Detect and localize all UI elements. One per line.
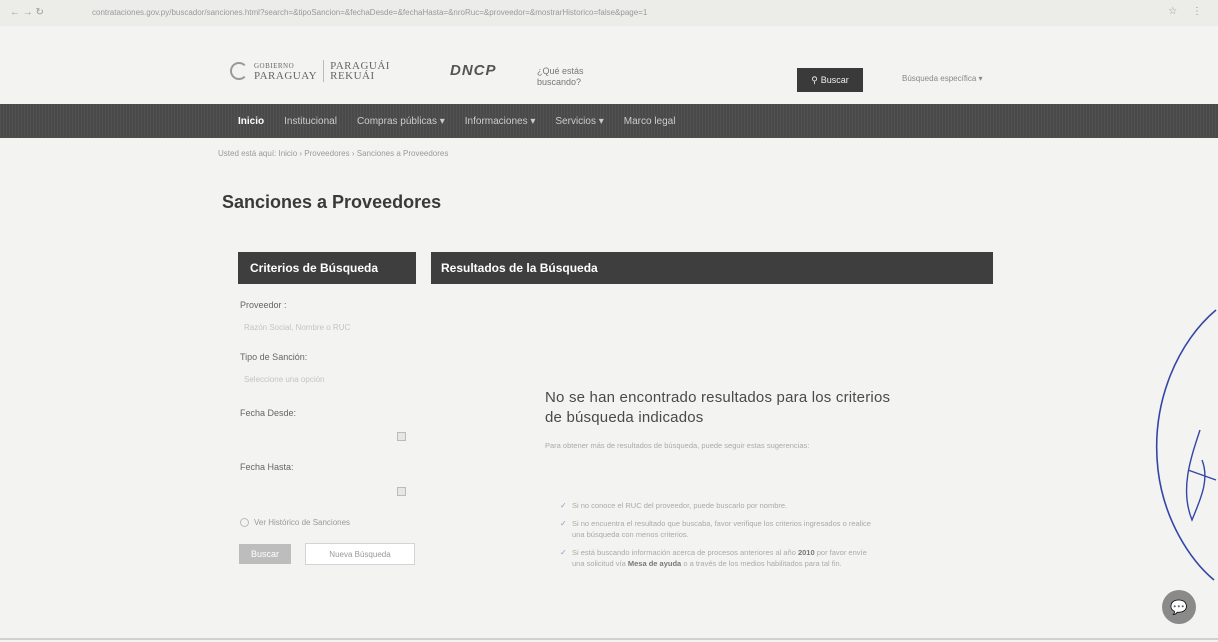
historico-radio-icon[interactable] [240,518,249,527]
mesa-ayuda-link[interactable]: Mesa de ayuda [628,559,681,568]
fecha-hasta-label: Fecha Hasta: [240,462,294,472]
buscar-button[interactable]: Buscar [239,544,291,564]
historico-label: Ver Histórico de Sanciones [254,518,351,527]
check-icon: ✓ [560,519,567,528]
list-item: ✓ Si no conoce el RUC del proveedor, pued… [560,500,880,511]
historico-checkbox[interactable]: Ver Histórico de Sanciones [240,518,350,527]
calendar-icon[interactable] [397,487,406,496]
header-search-label: Buscar [820,75,849,85]
no-results-subtitle: Para obtener más de resultados de búsque… [545,441,810,450]
tip-text: Si no conoce el RUC del proveedor, puede… [572,501,788,510]
logo-line-rekuai: REKUÁI [330,70,375,82]
fecha-desde-input[interactable] [240,428,410,446]
main-navbar: Inicio Institucional Compras públicas ▾ … [0,104,1218,138]
logo-guarani-text: PARAGUÁI REKUÁI [330,61,390,82]
address-bar[interactable]: contrataciones.gov.py/buscador/sanciones… [92,8,962,17]
tip-year: 2010 [797,548,815,557]
logo-line-paraguay: PARAGUAY [254,70,318,82]
nav-item-compras[interactable]: Compras públicas ▾ [357,116,445,127]
nav-item-informaciones[interactable]: Informaciones ▾ [465,116,536,127]
tip-text-a: Si está buscando información acerca de p… [572,548,798,557]
search-input[interactable]: ¿Qué estás buscando? [537,66,617,88]
page-title: Sanciones a Proveedores [222,192,442,212]
suggestions-list: ✓ Si no conoce el RUC del proveedor, pued… [560,500,880,576]
browser-menu-icon[interactable]: ☆ ⋮ [1168,6,1208,17]
search-icon: ⚲ [811,74,818,85]
nueva-busqueda-button[interactable]: Nueva Búsqueda [305,543,415,565]
tipo-sancion-label: Tipo de Sanción: [240,352,308,362]
bottom-divider [0,638,1218,640]
list-item: ✓ Si está buscando información acerca de … [560,547,880,569]
logo-gobierno-text: GOBIERNO PARAGUAY [254,61,318,82]
logo-emblem-icon [230,62,248,80]
list-item: ✓ Si no encuentra el resultado que buscab… [560,518,880,540]
nav-item-marco-legal[interactable]: Marco legal [624,116,676,127]
no-results-title: No se han encontrado resultados para los… [545,389,891,426]
nav-item-servicios[interactable]: Servicios ▾ [555,116,603,127]
fecha-desde-label: Fecha Desde: [240,408,297,418]
logo-divider [323,60,325,82]
back-forward-icon[interactable]: ← → ↻ [10,7,44,18]
criteria-panel-header: Criterios de Búsqueda [238,252,416,284]
chat-button[interactable]: 💬 [1162,590,1196,624]
dncp-logo[interactable]: DNCP [450,62,497,79]
site-logo[interactable]: GOBIERNO PARAGUAY PARAGUÁI REKUÁI [230,60,390,82]
advanced-search-link[interactable]: Búsqueda específica ▾ [902,74,983,83]
check-icon: ✓ [560,548,567,557]
tip-text-c: o a través de los medios habilitados par… [681,559,842,568]
check-icon: ✓ [560,501,567,510]
results-panel-header: Resultados de la Búsqueda [431,252,993,284]
handwritten-signature [1156,309,1217,581]
proveedor-input[interactable]: Razón Social, Nombre o RUC [244,323,350,332]
nav-item-inicio[interactable]: Inicio [238,116,264,127]
calendar-icon[interactable] [397,432,406,441]
header-search-button[interactable]: ⚲ Buscar [797,68,863,92]
tip-text: Si no encuentra el resultado que buscaba… [572,519,871,539]
breadcrumb[interactable]: Usted está aquí: Inicio › Proveedores › … [218,149,448,158]
nav-items: Inicio Institucional Compras públicas ▾ … [238,104,675,138]
fecha-hasta-input[interactable] [240,483,410,501]
proveedor-label: Proveedor : [240,300,287,310]
nav-item-institucional[interactable]: Institucional [284,116,337,127]
tipo-sancion-select[interactable]: Seleccione una opción [244,375,325,384]
chat-icon: 💬 [1170,598,1188,615]
browser-toolbar: ← → ↻ contrataciones.gov.py/buscador/san… [0,0,1218,26]
